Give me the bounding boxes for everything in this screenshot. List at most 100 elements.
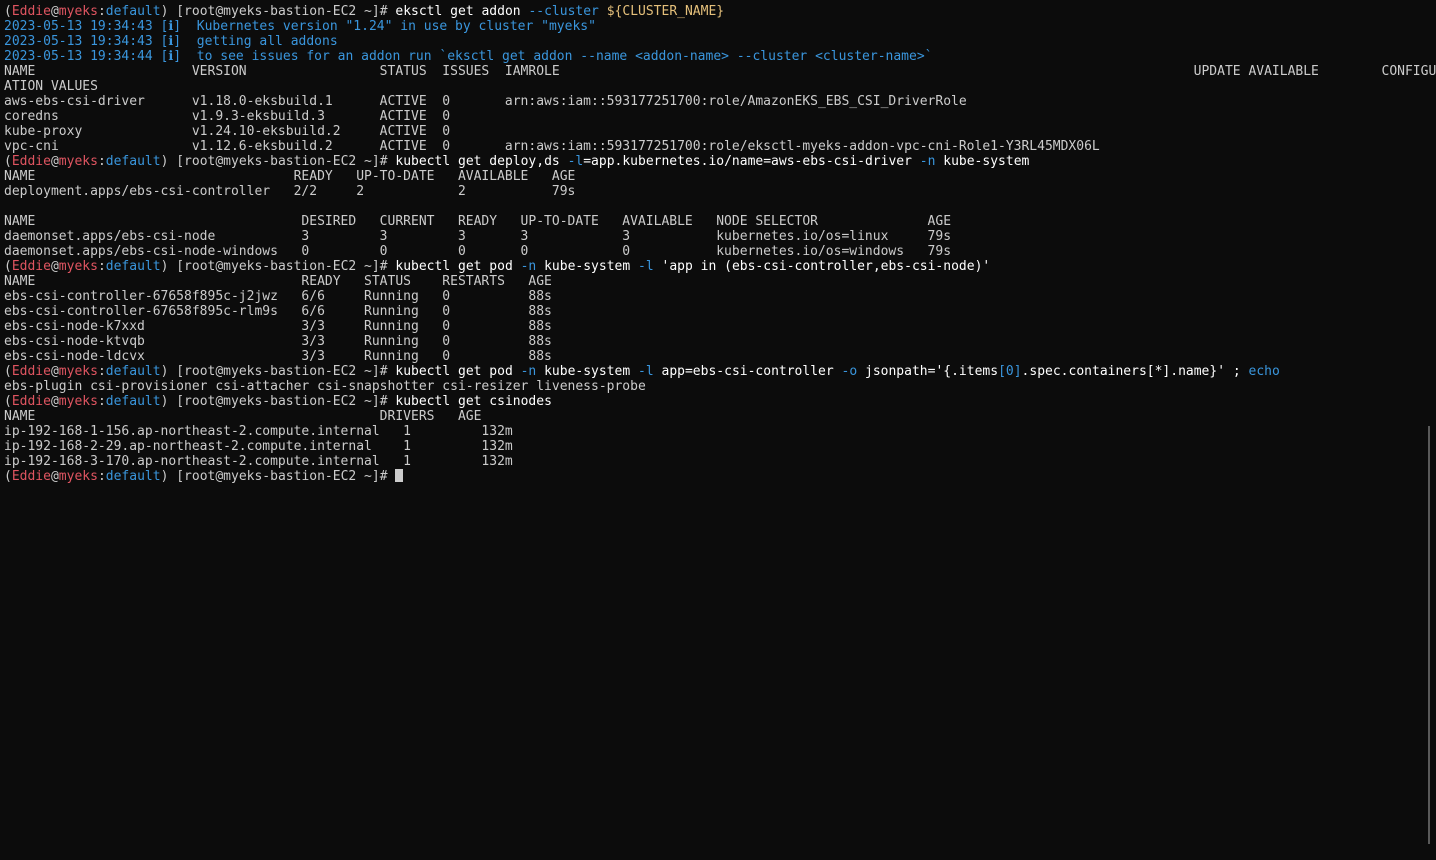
terminal-line: ATION VALUES bbox=[4, 79, 1436, 94]
terminal-line: ip-192-168-1-156.ap-northeast-2.compute.… bbox=[4, 424, 1436, 439]
terminal-line: (Eddie@myeks:default) [root@myeks-bastio… bbox=[4, 4, 1436, 19]
terminal-text: app=ebs-csi-controller bbox=[653, 364, 842, 379]
terminal-line: 2023-05-13 19:34:43 [ℹ] getting all addo… bbox=[4, 34, 1436, 49]
terminal-line: ip-192-168-3-170.ap-northeast-2.compute.… bbox=[4, 454, 1436, 469]
terminal-text: ) [root@myeks-bastion-EC2 ~]# bbox=[160, 259, 396, 274]
terminal-text: Eddie bbox=[11, 259, 51, 274]
terminal-text: kubectl get csinodes bbox=[395, 394, 552, 409]
terminal-text: default bbox=[105, 154, 161, 169]
terminal-line: NAME READY STATUS RESTARTS AGE bbox=[4, 274, 1436, 289]
terminal-line: daemonset.apps/ebs-csi-node 3 3 3 3 3 ku… bbox=[4, 229, 1436, 244]
terminal-line: (Eddie@myeks:default) [root@myeks-bastio… bbox=[4, 154, 1436, 169]
terminal-text: -n bbox=[520, 259, 537, 274]
terminal-text: ) [root@myeks-bastion-EC2 ~]# bbox=[160, 394, 396, 409]
terminal-text: ebs-csi-node-ktvqb 3/3 Running 0 88s bbox=[4, 334, 552, 349]
terminal-text: Eddie bbox=[11, 154, 51, 169]
terminal-text: 2023-05-13 19:34:43 [ℹ] getting all addo… bbox=[4, 34, 338, 49]
terminal-line: (Eddie@myeks:default) [root@myeks-bastio… bbox=[4, 394, 1436, 409]
terminal-text: daemonset.apps/ebs-csi-node 3 3 3 3 3 ku… bbox=[4, 229, 952, 244]
text-cursor bbox=[395, 469, 404, 482]
terminal-line: 2023-05-13 19:34:44 [ℹ] to see issues fo… bbox=[4, 49, 1436, 64]
terminal-text: .spec.containers[*].name}' ; bbox=[1021, 364, 1249, 379]
terminal-line: (Eddie@myeks:default) [root@myeks-bastio… bbox=[4, 469, 1436, 484]
terminal-text: default bbox=[105, 364, 161, 379]
terminal-text: : bbox=[97, 394, 106, 409]
terminal-text: ip-192-168-3-170.ap-northeast-2.compute.… bbox=[4, 454, 513, 469]
terminal-line: aws-ebs-csi-driver v1.18.0-eksbuild.1 AC… bbox=[4, 94, 1436, 109]
terminal-text: @ bbox=[50, 469, 59, 484]
terminal-text: 2023-05-13 19:34:44 [ℹ] to see issues fo… bbox=[4, 49, 933, 64]
terminal-text: jsonpath='{.items bbox=[857, 364, 999, 379]
terminal-text: ( bbox=[4, 4, 12, 19]
terminal-text: myeks bbox=[58, 364, 98, 379]
terminal-text: coredns v1.9.3-eksbuild.3 ACTIVE 0 bbox=[4, 109, 451, 124]
terminal-text: myeks bbox=[58, 154, 98, 169]
terminal-text: ip-192-168-1-156.ap-northeast-2.compute.… bbox=[4, 424, 513, 439]
terminal-window[interactable]: (Eddie@myeks:default) [root@myeks-bastio… bbox=[0, 0, 1436, 860]
terminal-text: ${CLUSTER_NAME} bbox=[606, 4, 725, 19]
terminal-text: NAME DRIVERS AGE bbox=[4, 409, 482, 424]
terminal-text: Eddie bbox=[11, 469, 51, 484]
terminal-text: @ bbox=[50, 154, 59, 169]
terminal-text: : bbox=[97, 364, 106, 379]
terminal-text: ( bbox=[4, 154, 12, 169]
terminal-text: ) [root@myeks-bastion-EC2 ~]# bbox=[160, 4, 396, 19]
terminal-text: [0] bbox=[998, 364, 1022, 379]
terminal-text: -n bbox=[520, 364, 537, 379]
terminal-line: ebs-csi-controller-67658f895c-rlm9s 6/6 … bbox=[4, 304, 1436, 319]
terminal-text: : bbox=[97, 4, 106, 19]
terminal-text: Eddie bbox=[11, 364, 51, 379]
terminal-text: NAME VERSION STATUS ISSUES IAMROLE UPDAT… bbox=[4, 64, 1436, 79]
terminal-text: ebs-csi-controller-67658f895c-j2jwz 6/6 … bbox=[4, 289, 552, 304]
terminal-text: @ bbox=[50, 364, 59, 379]
terminal-line: ebs-plugin csi-provisioner csi-attacher … bbox=[4, 379, 1436, 394]
terminal-text: echo bbox=[1248, 364, 1280, 379]
terminal-text: default bbox=[105, 259, 161, 274]
terminal-line: NAME VERSION STATUS ISSUES IAMROLE UPDAT… bbox=[4, 64, 1436, 79]
terminal-line: kube-proxy v1.24.10-eksbuild.2 ACTIVE 0 bbox=[4, 124, 1436, 139]
scrollbar[interactable] bbox=[1428, 426, 1430, 844]
terminal-text: ATION VALUES bbox=[4, 79, 98, 94]
terminal-text: default bbox=[105, 469, 161, 484]
terminal-text: 'app in (ebs-csi-controller,ebs-csi-node… bbox=[653, 259, 991, 274]
terminal-line: vpc-cni v1.12.6-eksbuild.2 ACTIVE 0 arn:… bbox=[4, 139, 1436, 154]
terminal-text: NAME READY UP-TO-DATE AVAILABLE AGE bbox=[4, 169, 576, 184]
terminal-text: ( bbox=[4, 394, 12, 409]
terminal-text: ebs-csi-node-k7xxd 3/3 Running 0 88s bbox=[4, 319, 552, 334]
terminal-text: vpc-cni v1.12.6-eksbuild.2 ACTIVE 0 arn:… bbox=[4, 139, 1100, 154]
terminal-text: daemonset.apps/ebs-csi-node-windows 0 0 … bbox=[4, 244, 952, 259]
terminal-text: myeks bbox=[58, 394, 98, 409]
terminal-text: myeks bbox=[58, 259, 98, 274]
terminal-text: ) [root@myeks-bastion-EC2 ~]# bbox=[160, 469, 396, 484]
terminal-text: NAME DESIRED CURRENT READY UP-TO-DATE AV… bbox=[4, 214, 952, 229]
terminal-text: 2023-05-13 19:34:43 [ℹ] Kubernetes versi… bbox=[4, 19, 596, 34]
terminal-line: coredns v1.9.3-eksbuild.3 ACTIVE 0 bbox=[4, 109, 1436, 124]
terminal-line: deployment.apps/ebs-csi-controller 2/2 2… bbox=[4, 184, 1436, 199]
terminal-line: ip-192-168-2-29.ap-northeast-2.compute.i… bbox=[4, 439, 1436, 454]
terminal-text: @ bbox=[50, 394, 59, 409]
terminal-text: @ bbox=[50, 4, 59, 19]
terminal-text: : bbox=[97, 259, 106, 274]
terminal-text: -l bbox=[567, 154, 584, 169]
terminal-text: kubectl get deploy,ds bbox=[395, 154, 568, 169]
terminal-text: ( bbox=[4, 469, 12, 484]
terminal-text: ( bbox=[4, 364, 12, 379]
terminal-text: ) [root@myeks-bastion-EC2 ~]# bbox=[160, 154, 396, 169]
terminal-text: kube-system bbox=[536, 364, 639, 379]
terminal-text: NAME READY STATUS RESTARTS AGE bbox=[4, 274, 552, 289]
terminal-text: eksctl get addon bbox=[395, 4, 529, 19]
terminal-text: default bbox=[105, 4, 161, 19]
terminal-text: ) [root@myeks-bastion-EC2 ~]# bbox=[160, 364, 396, 379]
terminal-text: kube-proxy v1.24.10-eksbuild.2 ACTIVE 0 bbox=[4, 124, 451, 139]
terminal-line: ebs-csi-node-ktvqb 3/3 Running 0 88s bbox=[4, 334, 1436, 349]
terminal-text: ebs-csi-controller-67658f895c-rlm9s 6/6 … bbox=[4, 304, 552, 319]
terminal-text: --cluster bbox=[528, 4, 599, 19]
terminal-text: deployment.apps/ebs-csi-controller 2/2 2… bbox=[4, 184, 576, 199]
terminal-line: NAME READY UP-TO-DATE AVAILABLE AGE bbox=[4, 169, 1436, 184]
terminal-line: NAME DESIRED CURRENT READY UP-TO-DATE AV… bbox=[4, 214, 1436, 229]
terminal-text: ip-192-168-2-29.ap-northeast-2.compute.i… bbox=[4, 439, 513, 454]
terminal-text: Eddie bbox=[11, 394, 51, 409]
terminal-text: : bbox=[97, 469, 106, 484]
